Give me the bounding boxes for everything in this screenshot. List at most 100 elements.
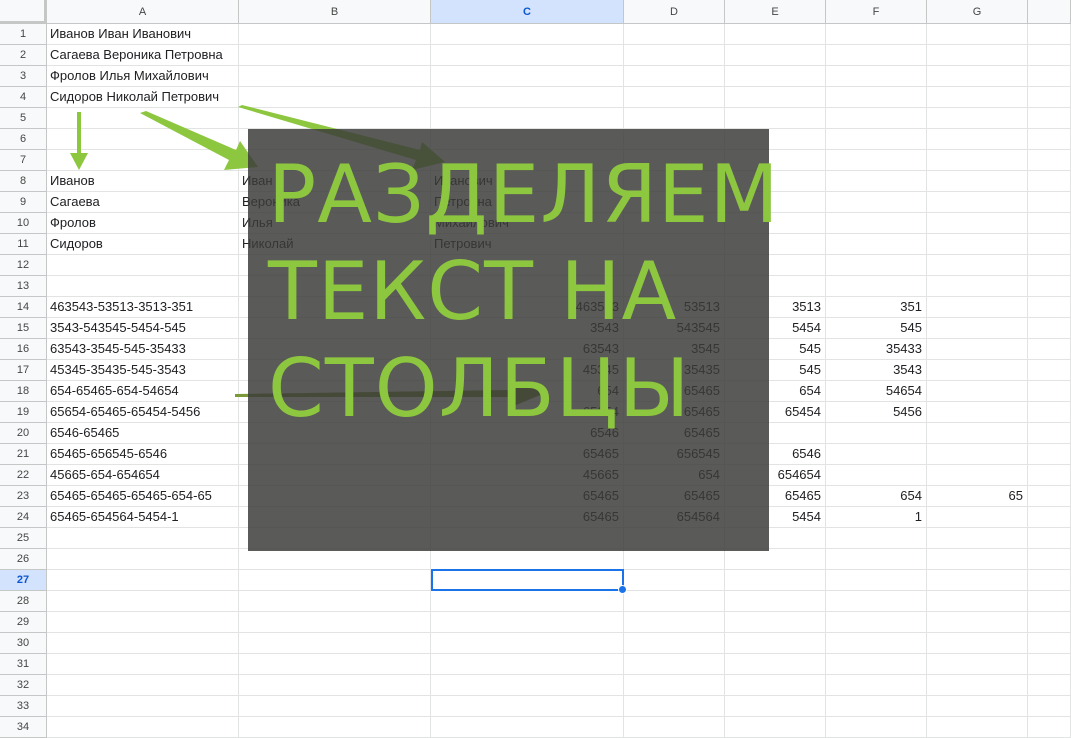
cell-b30[interactable] bbox=[239, 633, 431, 654]
cell-h26[interactable] bbox=[1028, 549, 1071, 570]
row-header-23[interactable]: 23 bbox=[0, 486, 47, 507]
cell-f14[interactable]: 351 bbox=[826, 297, 927, 318]
cell-g9[interactable] bbox=[927, 192, 1028, 213]
cell-e3[interactable] bbox=[725, 66, 826, 87]
row-header-32[interactable]: 32 bbox=[0, 675, 47, 696]
cell-b3[interactable] bbox=[239, 66, 431, 87]
cell-d4[interactable] bbox=[624, 87, 725, 108]
cell-f10[interactable] bbox=[826, 213, 927, 234]
cell-d1[interactable] bbox=[624, 24, 725, 45]
column-header-d[interactable]: D bbox=[624, 0, 725, 24]
cell-d26[interactable] bbox=[624, 549, 725, 570]
cell-b27[interactable] bbox=[239, 570, 431, 591]
row-header-21[interactable]: 21 bbox=[0, 444, 47, 465]
row-header-34[interactable]: 34 bbox=[0, 717, 47, 738]
cell-a2[interactable]: Сагаева Вероника Петровна bbox=[47, 45, 239, 66]
cell-a22[interactable]: 45665-654-654654 bbox=[47, 465, 239, 486]
cell-c5[interactable] bbox=[431, 108, 624, 129]
column-header-e[interactable]: E bbox=[725, 0, 826, 24]
cell-a1[interactable]: Иванов Иван Иванович bbox=[47, 24, 239, 45]
cell-a18[interactable]: 654-65465-654-54654 bbox=[47, 381, 239, 402]
cell-f30[interactable] bbox=[826, 633, 927, 654]
cell-f7[interactable] bbox=[826, 150, 927, 171]
cell-d28[interactable] bbox=[624, 591, 725, 612]
cell-g27[interactable] bbox=[927, 570, 1028, 591]
cell-e34[interactable] bbox=[725, 717, 826, 738]
cell-h29[interactable] bbox=[1028, 612, 1071, 633]
column-header-f[interactable]: F bbox=[826, 0, 927, 24]
cell-g10[interactable] bbox=[927, 213, 1028, 234]
cell-d29[interactable] bbox=[624, 612, 725, 633]
column-header-next[interactable] bbox=[1028, 0, 1071, 24]
cell-a17[interactable]: 45345-35435-545-3543 bbox=[47, 360, 239, 381]
cell-g33[interactable] bbox=[927, 696, 1028, 717]
cell-f8[interactable] bbox=[826, 171, 927, 192]
row-header-11[interactable]: 11 bbox=[0, 234, 47, 255]
cell-h20[interactable] bbox=[1028, 423, 1071, 444]
cell-h5[interactable] bbox=[1028, 108, 1071, 129]
cell-h1[interactable] bbox=[1028, 24, 1071, 45]
row-header-17[interactable]: 17 bbox=[0, 360, 47, 381]
cell-g23[interactable]: 65 bbox=[927, 486, 1028, 507]
cell-f4[interactable] bbox=[826, 87, 927, 108]
cell-a16[interactable]: 63543-3545-545-35433 bbox=[47, 339, 239, 360]
cell-a3[interactable]: Фролов Илья Михайлович bbox=[47, 66, 239, 87]
cell-c3[interactable] bbox=[431, 66, 624, 87]
cell-f28[interactable] bbox=[826, 591, 927, 612]
cell-g4[interactable] bbox=[927, 87, 1028, 108]
cell-a19[interactable]: 65654-65465-65454-5456 bbox=[47, 402, 239, 423]
row-header-1[interactable]: 1 bbox=[0, 24, 47, 45]
cell-f16[interactable]: 35433 bbox=[826, 339, 927, 360]
cell-b2[interactable] bbox=[239, 45, 431, 66]
cell-h30[interactable] bbox=[1028, 633, 1071, 654]
cell-f6[interactable] bbox=[826, 129, 927, 150]
cell-g7[interactable] bbox=[927, 150, 1028, 171]
cell-a10[interactable]: Фролов bbox=[47, 213, 239, 234]
cell-h3[interactable] bbox=[1028, 66, 1071, 87]
cell-a8[interactable]: Иванов bbox=[47, 171, 239, 192]
cell-g8[interactable] bbox=[927, 171, 1028, 192]
cell-a34[interactable] bbox=[47, 717, 239, 738]
column-header-c[interactable]: C bbox=[431, 0, 624, 24]
cell-g6[interactable] bbox=[927, 129, 1028, 150]
cell-b5[interactable] bbox=[239, 108, 431, 129]
cell-h32[interactable] bbox=[1028, 675, 1071, 696]
cell-a5[interactable] bbox=[47, 108, 239, 129]
row-header-20[interactable]: 20 bbox=[0, 423, 47, 444]
cell-f3[interactable] bbox=[826, 66, 927, 87]
cell-h21[interactable] bbox=[1028, 444, 1071, 465]
cell-h31[interactable] bbox=[1028, 654, 1071, 675]
cell-f22[interactable] bbox=[826, 465, 927, 486]
cell-h8[interactable] bbox=[1028, 171, 1071, 192]
cell-c29[interactable] bbox=[431, 612, 624, 633]
cell-f25[interactable] bbox=[826, 528, 927, 549]
cell-f27[interactable] bbox=[826, 570, 927, 591]
cell-b26[interactable] bbox=[239, 549, 431, 570]
cell-h33[interactable] bbox=[1028, 696, 1071, 717]
cell-h24[interactable] bbox=[1028, 507, 1071, 528]
cell-e31[interactable] bbox=[725, 654, 826, 675]
cell-a7[interactable] bbox=[47, 150, 239, 171]
cell-e5[interactable] bbox=[725, 108, 826, 129]
cell-a6[interactable] bbox=[47, 129, 239, 150]
cell-b33[interactable] bbox=[239, 696, 431, 717]
cell-h22[interactable] bbox=[1028, 465, 1071, 486]
cell-c32[interactable] bbox=[431, 675, 624, 696]
cell-h7[interactable] bbox=[1028, 150, 1071, 171]
row-header-2[interactable]: 2 bbox=[0, 45, 47, 66]
selected-cell-c27[interactable] bbox=[431, 569, 627, 594]
row-header-26[interactable]: 26 bbox=[0, 549, 47, 570]
cell-h12[interactable] bbox=[1028, 255, 1071, 276]
cell-e33[interactable] bbox=[725, 696, 826, 717]
select-all-corner[interactable] bbox=[0, 0, 47, 24]
cell-c34[interactable] bbox=[431, 717, 624, 738]
cell-d30[interactable] bbox=[624, 633, 725, 654]
column-header-b[interactable]: B bbox=[239, 0, 431, 24]
cell-g25[interactable] bbox=[927, 528, 1028, 549]
cell-g34[interactable] bbox=[927, 717, 1028, 738]
cell-d27[interactable] bbox=[624, 570, 725, 591]
cell-h4[interactable] bbox=[1028, 87, 1071, 108]
cell-g12[interactable] bbox=[927, 255, 1028, 276]
row-header-33[interactable]: 33 bbox=[0, 696, 47, 717]
cell-h13[interactable] bbox=[1028, 276, 1071, 297]
